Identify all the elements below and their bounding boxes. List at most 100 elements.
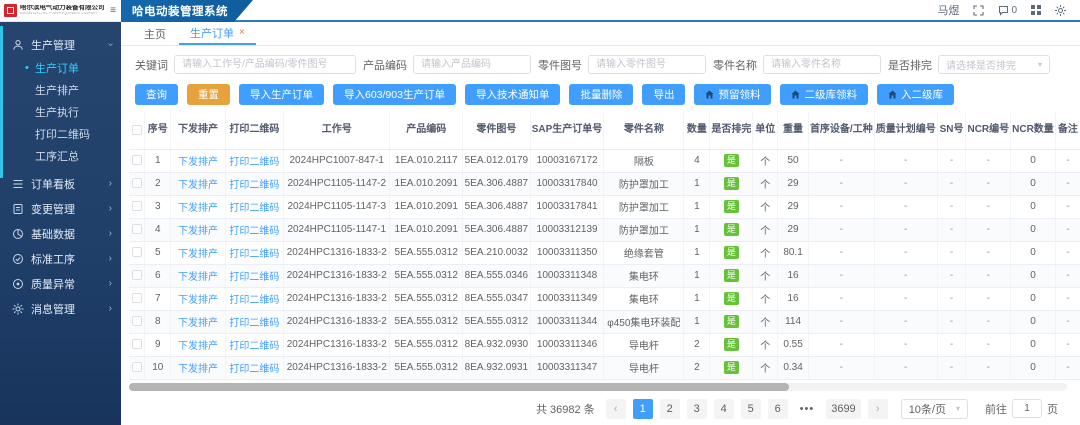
fullscreen-icon[interactable] [973,5,984,16]
row-checkbox[interactable] [132,293,142,303]
row-checkbox[interactable] [132,224,142,234]
page-size-select[interactable]: 10条/页▾ [901,399,968,419]
page-button-2[interactable]: 2 [660,399,680,419]
select-all-checkbox[interactable] [132,125,142,135]
page-button-3[interactable]: 3 [687,399,707,419]
tab-close-icon[interactable]: × [239,28,245,38]
page-ellipsis[interactable]: ••• [795,399,820,419]
row-checkbox[interactable] [132,316,142,326]
print-qrcode-link[interactable]: 打印二维码 [229,364,279,375]
row-checkbox[interactable] [132,201,142,211]
sidebar-group-订单看板[interactable]: 订单看板› [0,171,121,196]
row-checkbox[interactable] [132,155,142,165]
tab-home[interactable]: 主页 [133,22,177,45]
cell-flag: 是 [710,149,753,172]
logo-bar: 哈尔滨电气动力装备有限公司 HARBIN ELECTRIC POWER EQUI… [0,0,121,22]
sidebar-group-标准工序[interactable]: 标准工序› [0,246,121,271]
print-qrcode-link[interactable]: 打印二维码 [229,341,279,352]
row-checkbox[interactable] [132,270,142,280]
settings-gear-icon[interactable] [1055,5,1066,16]
scheduled-flag-badge: 是 [724,246,739,259]
row-checkbox-cell [129,241,145,264]
next-page-button[interactable]: › [868,399,888,419]
print-qrcode-link[interactable]: 打印二维码 [229,249,279,260]
查询-button[interactable]: 查询 [135,84,178,105]
导入技术通知单-button[interactable]: 导入技术通知单 [465,84,561,105]
cell-qty: 1 [684,310,710,333]
button-label: 导入技术通知单 [476,87,550,102]
cell-work_no: 2024HPC1316-1833-2 [284,264,390,287]
prev-page-button[interactable]: ‹ [606,399,626,419]
issue-schedule-link[interactable]: 下发排产 [178,318,218,329]
cell-print: 打印二维码 [225,333,283,356]
chevron-right-icon: › [109,178,112,189]
issue-schedule-link[interactable]: 下发排产 [178,226,218,237]
filter-input-零件名称[interactable] [763,55,881,74]
cell-qty: 1 [684,241,710,264]
导入603/903生产订单-button[interactable]: 导入603/903生产订单 [333,84,456,105]
column-header-重量: 重量 [778,111,809,149]
print-qrcode-link[interactable]: 打印二维码 [229,157,279,168]
入二级库-button[interactable]: 入二级库 [877,84,954,105]
filter-input-关键词[interactable] [174,55,356,74]
print-qrcode-link[interactable]: 打印二维码 [229,272,279,283]
sidebar-item-打印二维码[interactable]: 打印二维码 [0,123,121,145]
filter-select-是否排完[interactable]: 请选择是否排完▾ [938,55,1050,74]
print-qrcode-link[interactable]: 打印二维码 [229,318,279,329]
print-qrcode-link[interactable]: 打印二维码 [229,180,279,191]
page-button-5[interactable]: 5 [741,399,761,419]
message-icon[interactable]: 0 [998,5,1017,16]
导入生产订单-button[interactable]: 导入生产订单 [239,84,324,105]
issue-schedule-link[interactable]: 下发排产 [178,272,218,283]
column-header-零件图号: 零件图号 [463,111,531,149]
row-checkbox[interactable] [132,247,142,257]
预留领料-button[interactable]: 预留领料 [694,84,771,105]
重置-button[interactable]: 重置 [187,84,230,105]
cell-no: 10 [145,356,171,379]
cell-part_name: 导电杆 [604,356,684,379]
sidebar-submenu: 生产订单生产排产生产执行打印二维码工序汇总 [0,57,121,171]
button-label: 二级库领料 [804,87,857,102]
sidebar-group-生产管理[interactable]: 生产管理› [0,32,121,57]
sidebar-group-基础数据[interactable]: 基础数据› [0,221,121,246]
issue-schedule-link[interactable]: 下发排产 [178,364,218,375]
批量删除-button[interactable]: 批量删除 [569,84,633,105]
goto-page-input[interactable] [1012,399,1042,418]
user-name[interactable]: 马煜 [937,2,959,18]
page-button-3699[interactable]: 3699 [826,399,860,419]
issue-schedule-link[interactable]: 下发排产 [178,180,218,191]
issue-schedule-link[interactable]: 下发排产 [178,295,218,306]
sidebar-group-变更管理[interactable]: 变更管理› [0,196,121,221]
sidebar-collapse-icon[interactable]: ≡ [110,5,117,16]
page-button-4[interactable]: 4 [714,399,734,419]
sidebar-group-消息管理[interactable]: 消息管理› [0,296,121,321]
row-checkbox[interactable] [132,362,142,372]
filter-input-产品编码[interactable] [413,55,531,74]
print-qrcode-link[interactable]: 打印二维码 [229,226,279,237]
cell-first_dev: - [808,172,874,195]
sidebar-item-生产排产[interactable]: 生产排产 [0,79,121,101]
filter-input-零件图号[interactable] [588,55,706,74]
sidebar-item-工序汇总[interactable]: 工序汇总 [0,145,121,167]
board-icon [12,178,24,190]
issue-schedule-link[interactable]: 下发排产 [178,341,218,352]
sidebar-item-生产执行[interactable]: 生产执行 [0,101,121,123]
sidebar-item-生产订单[interactable]: 生产订单 [0,57,121,79]
sidebar-group-质量异常[interactable]: 质量异常› [0,271,121,296]
column-header-工作号: 工作号 [284,111,390,149]
issue-schedule-link[interactable]: 下发排产 [178,157,218,168]
cell-part_name: 防护罩加工 [604,218,684,241]
page-button-1[interactable]: 1 [633,399,653,419]
row-checkbox[interactable] [132,178,142,188]
print-qrcode-link[interactable]: 打印二维码 [229,295,279,306]
row-checkbox[interactable] [132,339,142,349]
page-button-6[interactable]: 6 [768,399,788,419]
issue-schedule-link[interactable]: 下发排产 [178,203,218,214]
apps-grid-icon[interactable] [1031,5,1041,15]
二级库领料-button[interactable]: 二级库领料 [780,84,868,105]
print-qrcode-link[interactable]: 打印二维码 [229,203,279,214]
issue-schedule-link[interactable]: 下发排产 [178,249,218,260]
scrollbar-thumb[interactable] [129,383,789,391]
tab-production-order[interactable]: 生产订单 × [179,22,256,45]
导出-button[interactable]: 导出 [642,84,685,105]
